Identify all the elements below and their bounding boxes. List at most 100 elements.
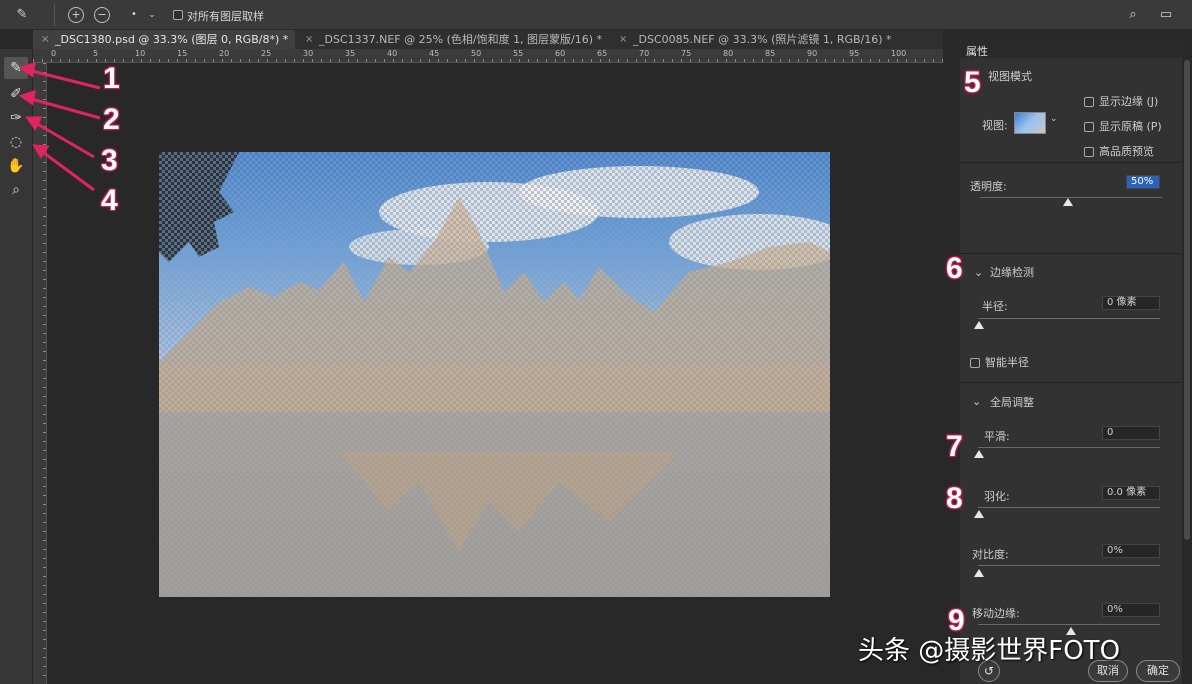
close-icon[interactable]: ×	[41, 30, 49, 49]
chevron-down-icon[interactable]: ⌄	[972, 395, 981, 408]
plus-circle-icon[interactable]: +	[68, 7, 84, 23]
tools-panel: ✎ ✐ ✑ ◌ ✋ ⌕	[0, 49, 33, 684]
radius-label: 半径:	[982, 300, 1008, 313]
annotation-4: 4	[101, 184, 118, 217]
hq-preview-checkbox[interactable]	[1084, 147, 1094, 157]
ruler-number: 80	[723, 49, 734, 58]
brush-icon[interactable]: ✎	[12, 5, 32, 25]
close-icon[interactable]: ×	[305, 30, 313, 49]
tab-dsc1337[interactable]: × _DSC1337.NEF @ 25% (色相/饱和度 1, 图层蒙版/16)…	[297, 30, 607, 49]
zoom-tool-icon[interactable]: ⌕	[4, 179, 28, 201]
edge-detection-heading[interactable]: 边缘检测	[990, 264, 1034, 280]
show-edge-label: 显示边缘 (J)	[1099, 95, 1159, 108]
feather-field[interactable]: 0.0 像素	[1102, 486, 1160, 500]
minus-circle-icon[interactable]: −	[94, 7, 110, 23]
show-edge-checkbox[interactable]	[1084, 97, 1094, 107]
opacity-field[interactable]: 50%	[1126, 175, 1160, 189]
document-tabs: × _DSC1380.psd @ 33.3% (图层 0, RGB/8*) * …	[33, 30, 943, 49]
hq-preview-option[interactable]: 高品质预览	[1084, 143, 1154, 159]
show-original-checkbox[interactable]	[1084, 122, 1094, 132]
lasso-tool-icon[interactable]: ◌	[4, 131, 28, 153]
radius-slider[interactable]	[978, 318, 1160, 319]
view-label: 视图:	[982, 119, 1008, 132]
view-mode-thumbnail[interactable]	[1014, 112, 1046, 134]
contrast-slider-thumb[interactable]	[974, 569, 984, 577]
smooth-slider-thumb[interactable]	[974, 450, 984, 458]
ruler-number: 85	[765, 49, 776, 58]
smart-radius-label: 智能半径	[985, 356, 1029, 369]
tab-dsc0085[interactable]: × _DSC0085.NEF @ 33.3% (照片滤镜 1, RGB/16) …	[611, 30, 911, 49]
document-image[interactable]	[159, 152, 830, 597]
properties-panel: 属性 视图模式 视图: ⌄ 显示边缘 (J) 显示原稿 (P) 高品质预览 透明…	[960, 40, 1182, 684]
annotation-6: 6	[946, 252, 963, 285]
contrast-label: 对比度:	[972, 548, 1009, 561]
ruler-number: 65	[597, 49, 608, 58]
smooth-field[interactable]: 0	[1102, 426, 1160, 440]
ruler-number: 30	[303, 49, 314, 58]
show-edge-option[interactable]: 显示边缘 (J)	[1084, 93, 1158, 109]
contrast-field[interactable]: 0%	[1102, 544, 1160, 558]
search-icon[interactable]: ⌕	[1123, 5, 1143, 25]
quick-selection-tool-icon[interactable]: ✎	[4, 57, 28, 79]
smooth-slider[interactable]	[978, 447, 1160, 448]
tab-dsc1380[interactable]: × _DSC1380.psd @ 33.3% (图层 0, RGB/8*) *	[33, 30, 295, 49]
radius-slider-thumb[interactable]	[974, 321, 984, 329]
ruler-number: 100	[891, 49, 907, 58]
brush-size-icon[interactable]: •	[124, 5, 144, 25]
ruler-number: 75	[681, 49, 692, 58]
ruler-number: 20	[219, 49, 230, 58]
divider	[960, 162, 1182, 163]
divider	[960, 382, 1182, 383]
contrast-slider[interactable]	[978, 565, 1160, 566]
chevron-down-icon[interactable]: ⌄	[142, 5, 162, 25]
ruler-number: 40	[387, 49, 398, 58]
annotation-7: 7	[946, 430, 963, 463]
ruler-number: 90	[807, 49, 818, 58]
ruler-number: 95	[849, 49, 860, 58]
ok-button[interactable]: 确定	[1136, 660, 1180, 682]
close-icon[interactable]: ×	[619, 30, 627, 49]
sample-all-layers-label: 对所有图层取样	[187, 10, 264, 23]
smart-radius-checkbox[interactable]	[970, 358, 980, 368]
workspace-icon[interactable]: ▭	[1156, 5, 1176, 25]
shift-edge-slider[interactable]	[978, 624, 1160, 625]
tab-label: _DSC1380.psd @ 33.3% (图层 0, RGB/8*) *	[55, 33, 289, 46]
annotation-5: 5	[964, 66, 981, 99]
ruler-number: 10	[135, 49, 146, 58]
radius-field[interactable]: 0 像素	[1102, 296, 1160, 310]
feather-slider[interactable]	[978, 507, 1160, 508]
opacity-slider-thumb[interactable]	[1063, 198, 1073, 206]
annotation-1: 1	[103, 62, 120, 95]
chevron-down-icon[interactable]: ⌄	[974, 266, 983, 279]
transparency-overlay	[159, 152, 830, 597]
ruler-number: 15	[177, 49, 188, 58]
tab-label: _DSC0085.NEF @ 33.3% (照片滤镜 1, RGB/16) *	[633, 33, 892, 46]
show-original-option[interactable]: 显示原稿 (P)	[1084, 118, 1162, 134]
global-refine-heading[interactable]: 全局调整	[990, 394, 1034, 410]
feather-slider-thumb[interactable]	[974, 510, 984, 518]
ruler-number: 55	[513, 49, 524, 58]
panel-title[interactable]: 属性	[966, 43, 988, 59]
brush-tool-icon[interactable]: ✑	[4, 107, 28, 129]
vertical-ruler	[33, 63, 47, 684]
sample-all-layers-checkbox[interactable]	[173, 10, 183, 20]
chevron-down-icon[interactable]: ⌄	[1050, 114, 1058, 124]
ruler-number: 0	[51, 49, 57, 58]
panel-header: 属性	[960, 40, 1182, 58]
refine-edge-brush-tool-icon[interactable]: ✐	[4, 83, 28, 105]
options-bar: ✎ + − • ⌄ 对所有图层取样 ⌕ ▭	[0, 0, 1192, 30]
ruler-number: 45	[429, 49, 440, 58]
smart-radius-option[interactable]: 智能半径	[970, 354, 1029, 370]
hq-preview-label: 高品质预览	[1099, 145, 1154, 158]
divider	[54, 4, 55, 26]
ruler-number: 35	[345, 49, 356, 58]
shift-edge-label: 移动边缘:	[972, 607, 1020, 620]
view-mode-heading: 视图模式	[988, 70, 1032, 83]
shift-edge-field[interactable]: 0%	[1102, 603, 1160, 617]
panel-scrollbar[interactable]	[1184, 60, 1190, 540]
ruler-number: 60	[555, 49, 566, 58]
horizontal-ruler: 0 5 10 15 20 25 30 35 40 45 50 55 60 65 70 75 80 85 90 95 10…	[33, 49, 943, 63]
hand-tool-icon[interactable]: ✋	[4, 155, 28, 177]
opacity-label: 透明度:	[970, 180, 1007, 193]
annotation-8: 8	[946, 482, 963, 515]
